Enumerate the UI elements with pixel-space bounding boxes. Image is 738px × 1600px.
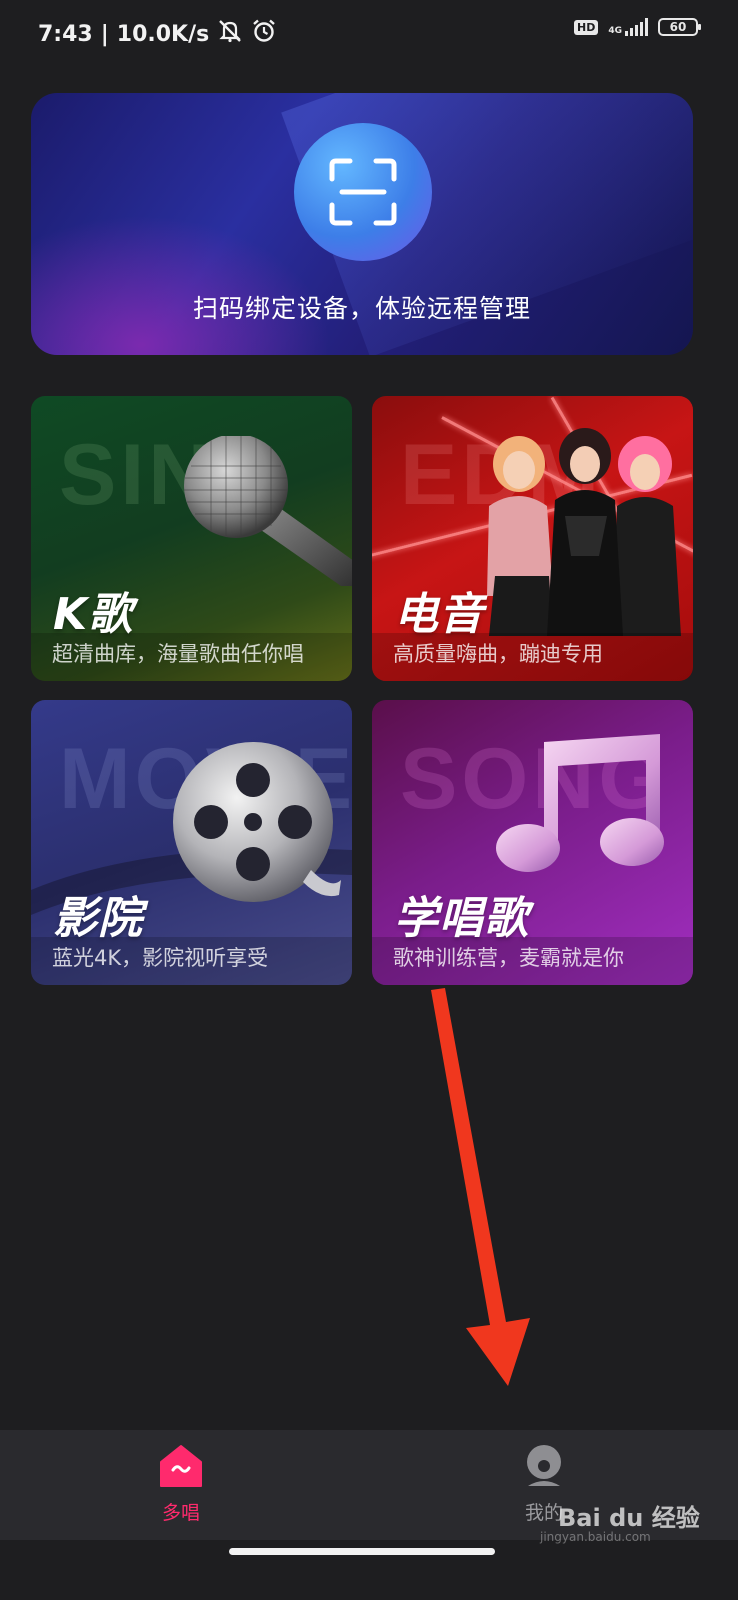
network-speed: 10.0K/s [116, 21, 210, 47]
tile-title: 电音 [394, 589, 484, 640]
status-bar: 7:43 | 10.0K/s HD 4G 60 [0, 0, 738, 66]
tile-title: K歌 [53, 589, 134, 640]
watermark-url: jingyan.baidu.com [540, 1530, 651, 1544]
alarm-icon [251, 18, 277, 50]
profile-icon [520, 1442, 568, 1490]
tile-subtitle: 超清曲库，海量歌曲任你唱 [52, 642, 304, 666]
tile-title: 影院 [53, 893, 143, 944]
music-note-icon [496, 734, 664, 872]
status-time: 7:43 [38, 21, 93, 47]
tile-cinema[interactable]: MOVIE 影院 蓝光4K，影院视听享受 [31, 700, 352, 985]
status-separator: | [100, 21, 109, 47]
home-icon [157, 1442, 205, 1490]
tile-learn-singing[interactable]: SONG 学唱歌 歌神训练营，麦霸就是你 [372, 700, 693, 985]
nav-label-home: 多唱 [161, 1502, 200, 1524]
microphone-icon [184, 436, 352, 586]
status-right: HD 4G 60 [574, 18, 701, 36]
home-indicator[interactable] [229, 1548, 495, 1555]
scan-bind-banner[interactable]: 扫码绑定设备，体验远程管理 [31, 93, 693, 355]
battery-icon: 60 [658, 18, 701, 36]
tile-subtitle: 高质量嗨曲，蹦迪专用 [393, 642, 603, 666]
scan-banner-text: 扫码绑定设备，体验远程管理 [192, 294, 531, 323]
status-left: 7:43 | 10.0K/s [38, 18, 277, 50]
tile-edm[interactable]: EDM 电音 高质量嗨曲，蹦迪专用 [372, 396, 693, 681]
nav-item-home[interactable]: 多唱 [121, 1442, 241, 1525]
watermark: Bai du 经验 [558, 1504, 700, 1532]
hd-badge: HD [574, 19, 599, 35]
scan-qr-button[interactable] [294, 123, 432, 261]
signal-icon: 4G [608, 18, 648, 36]
tile-karaoke[interactable]: SING K歌 超清曲库，海量歌曲任你唱 [31, 396, 352, 681]
battery-level: 60 [669, 20, 687, 34]
network-type: 4G [608, 26, 622, 36]
tile-title: 学唱歌 [394, 893, 529, 944]
mute-bell-icon [217, 19, 243, 49]
tile-subtitle: 歌神训练营，麦霸就是你 [393, 946, 624, 970]
film-reel-icon [173, 742, 341, 902]
tile-subtitle: 蓝光4K，影院视听享受 [52, 946, 269, 970]
performers-image [487, 428, 681, 636]
scan-qr-icon [329, 158, 397, 226]
